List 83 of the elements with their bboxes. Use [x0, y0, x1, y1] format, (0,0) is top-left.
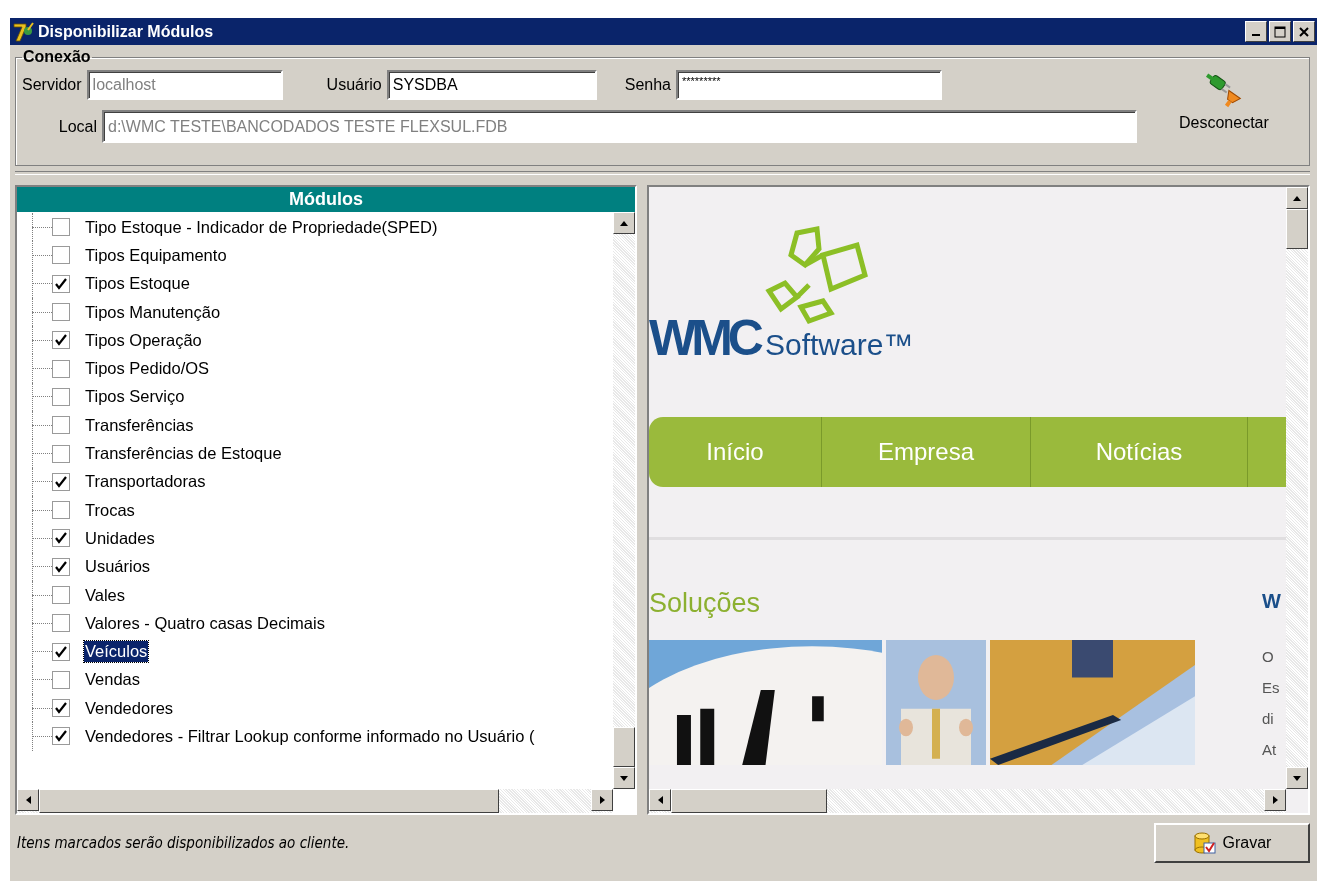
panel-header: Módulos — [17, 187, 635, 212]
left-arrow-icon — [25, 796, 31, 804]
cut-off-heading: W — [1262, 590, 1281, 614]
tree-item[interactable]: Vendas — [84, 669, 142, 691]
tree-item[interactable]: Tipo Estoque - Indicador de Propriedade(SPED) — [84, 216, 439, 238]
down-arrow-icon — [620, 775, 628, 781]
field-label: Servidor — [22, 76, 82, 94]
database-check-icon — [1192, 831, 1217, 854]
maximize-button[interactable] — [1269, 21, 1291, 42]
cut-off-text: At — [1262, 741, 1278, 760]
checkbox[interactable] — [52, 331, 70, 350]
checkbox[interactable] — [52, 472, 70, 491]
tree-item[interactable]: Tipos Operação — [84, 329, 203, 351]
logo-text: Software™ — [764, 328, 914, 362]
left-arrow-icon — [657, 796, 663, 804]
horizontal-scrollbar[interactable] — [649, 789, 1286, 813]
cut-off-text: O — [1262, 648, 1275, 667]
scrollbar-thumb[interactable] — [671, 789, 827, 813]
user-field[interactable]: SYSDBA — [386, 70, 597, 100]
tree-item[interactable]: Vales — [84, 584, 127, 606]
password-field[interactable]: ********* — [676, 70, 942, 100]
minimize-button[interactable] — [1245, 21, 1267, 42]
checkbox[interactable] — [52, 699, 70, 718]
checkbox[interactable] — [52, 274, 70, 293]
tree-item[interactable]: Tipos Serviço — [84, 386, 186, 408]
scrollbar-thumb[interactable] — [39, 789, 499, 813]
right-arrow-icon — [599, 796, 605, 804]
group-title: Conexão — [22, 48, 92, 66]
tree-item[interactable]: Trocas — [84, 499, 136, 521]
scrollbar-thumb[interactable] — [613, 727, 635, 767]
close-button[interactable] — [1293, 21, 1315, 42]
cut-off-text: di — [1262, 710, 1275, 729]
section-heading: Soluções — [649, 588, 762, 620]
tree-item[interactable]: Vendedores — [84, 697, 175, 719]
tree-item[interactable]: Tipos Pedido/OS — [84, 358, 211, 380]
checkbox[interactable] — [52, 501, 70, 520]
checkbox[interactable] — [52, 416, 70, 435]
tree-item[interactable]: Tipos Estoque — [84, 273, 191, 295]
checkbox[interactable] — [52, 303, 70, 322]
checkbox[interactable] — [52, 670, 70, 689]
tree-item[interactable]: Veículos — [84, 641, 149, 663]
field-label: Senha — [624, 76, 671, 94]
checkbox[interactable] — [52, 359, 70, 378]
minimize-icon — [1252, 34, 1260, 36]
checkbox[interactable] — [52, 246, 70, 265]
right-arrow-icon — [1272, 796, 1278, 804]
disconnect-button[interactable]: Desconectar — [1175, 72, 1273, 143]
checkbox[interactable] — [52, 727, 70, 746]
cut-off-text: Es — [1262, 679, 1281, 698]
scrollbar-thumb[interactable] — [1286, 209, 1308, 249]
field-label: Local — [57, 117, 97, 136]
logo-text: WMC — [649, 309, 759, 367]
window-title: Disponibilizar Módulos — [38, 22, 214, 41]
close-icon — [1298, 25, 1310, 38]
down-arrow-icon — [1293, 775, 1301, 781]
tree-item[interactable]: Tipos Equipamento — [84, 244, 228, 266]
plug-icon — [1203, 72, 1244, 110]
vertical-scrollbar[interactable] — [1286, 187, 1308, 789]
tree-item[interactable]: Transportadoras — [84, 471, 207, 493]
save-button[interactable]: Gravar — [1154, 822, 1310, 863]
tree-item[interactable]: Tipos Manutenção — [84, 301, 222, 323]
checkbox[interactable] — [52, 529, 70, 548]
checkbox[interactable] — [52, 557, 70, 576]
checkbox[interactable] — [52, 614, 70, 633]
tree-item[interactable]: Valores - Quatro casas Decimais — [84, 612, 326, 634]
tree-item[interactable]: Unidades — [84, 527, 156, 549]
up-arrow-icon — [620, 220, 628, 226]
horizontal-scrollbar[interactable] — [17, 789, 613, 813]
checkbox[interactable] — [52, 387, 70, 406]
status-text: Itens marcados serão disponibilizados ao cliente. — [17, 833, 350, 852]
checkbox[interactable] — [52, 444, 70, 463]
maximize-icon — [1274, 25, 1286, 38]
tree-item[interactable]: Usuários — [84, 556, 152, 578]
tree-item[interactable]: Vendedores - Filtrar Lookup conforme informado no Usuário ( — [84, 726, 536, 747]
tree-item[interactable]: Transferências de Estoque — [84, 443, 283, 464]
field-label: Usuário — [326, 76, 382, 94]
tree-item[interactable]: Transferências — [84, 414, 195, 436]
up-arrow-icon — [1293, 195, 1301, 201]
app-logo-icon — [13, 21, 35, 42]
vertical-scrollbar[interactable] — [613, 212, 635, 789]
checkbox[interactable] — [52, 218, 70, 237]
checkbox[interactable] — [52, 642, 70, 661]
checkbox[interactable] — [52, 586, 70, 604]
